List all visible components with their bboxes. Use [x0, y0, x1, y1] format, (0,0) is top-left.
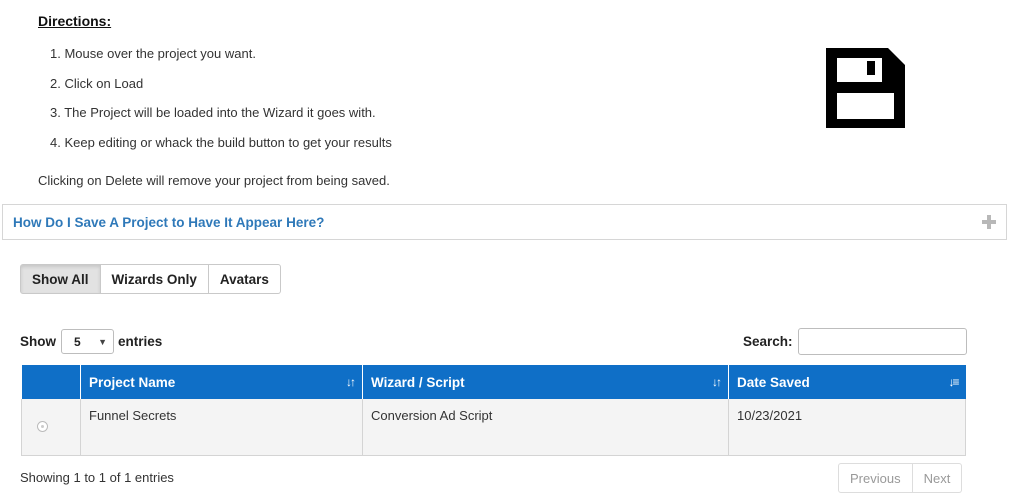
search-control: Search:	[743, 328, 967, 355]
show-all-button[interactable]: Show All	[20, 264, 101, 294]
sort-arrows-icon: ↓↑	[712, 375, 722, 389]
show-label: Show	[20, 334, 56, 349]
floppy-disk-icon	[826, 48, 905, 128]
filter-button-group: Show All Wizards Only Avatars	[20, 264, 281, 294]
entries-length-control: Show 5 ▼ entries	[20, 329, 162, 354]
project-name-column-header[interactable]: Project Name ↓↑	[80, 365, 363, 399]
directions-list: 1. Mouse over the project you want. 2. C…	[50, 46, 392, 165]
next-button[interactable]: Next	[912, 463, 963, 493]
wizard-script-header-label: Wizard / Script	[371, 374, 465, 390]
project-name-header-label: Project Name	[89, 374, 176, 390]
select-column-header	[21, 365, 81, 399]
row-select-radio[interactable]	[37, 421, 48, 432]
date-saved-header-label: Date Saved	[737, 374, 810, 390]
direction-step: 3. The Project will be loaded into the W…	[50, 105, 376, 121]
sort-descending-icon: ↓≡	[948, 375, 959, 389]
entries-label: entries	[118, 334, 163, 349]
save-help-accordion[interactable]: How Do I Save A Project to Have It Appea…	[2, 204, 1007, 240]
directions-title: Directions:	[38, 13, 112, 29]
search-label: Search:	[743, 334, 793, 349]
wizard-script-column-header[interactable]: Wizard / Script ↓↑	[362, 365, 729, 399]
table-row[interactable]: Funnel Secrets Conversion Ad Script 10/2…	[21, 399, 966, 456]
entries-select-value: 5	[74, 334, 81, 349]
direction-step: 4. Keep editing or whack the build butto…	[50, 135, 392, 151]
sort-arrows-icon: ↓↑	[346, 375, 356, 389]
avatars-button[interactable]: Avatars	[208, 264, 281, 294]
wizards-only-button[interactable]: Wizards Only	[100, 264, 209, 294]
projects-table: Project Name ↓↑ Wizard / Script ↓↑ Date …	[21, 365, 966, 456]
direction-step: 2. Click on Load	[50, 75, 144, 91]
plus-icon[interactable]	[981, 214, 997, 230]
accordion-title[interactable]: How Do I Save A Project to Have It Appea…	[13, 215, 324, 230]
direction-step: 1. Mouse over the project you want.	[50, 46, 256, 61]
table-info: Showing 1 to 1 of 1 entries	[20, 470, 174, 485]
previous-button[interactable]: Previous	[838, 463, 913, 493]
entries-select[interactable]: 5 ▼	[61, 329, 114, 354]
chevron-down-icon: ▼	[98, 336, 107, 347]
pagination: Previous Next	[838, 463, 963, 493]
date-saved-cell: 10/23/2021	[728, 399, 966, 456]
date-saved-column-header[interactable]: Date Saved ↓≡	[728, 365, 966, 399]
project-name-cell: Funnel Secrets	[80, 399, 363, 456]
search-input[interactable]	[797, 328, 967, 355]
wizard-script-cell: Conversion Ad Script	[362, 399, 729, 456]
table-header-row: Project Name ↓↑ Wizard / Script ↓↑ Date …	[21, 365, 966, 399]
row-select-cell	[21, 399, 81, 456]
delete-note: Clicking on Delete will remove your proj…	[38, 173, 390, 188]
